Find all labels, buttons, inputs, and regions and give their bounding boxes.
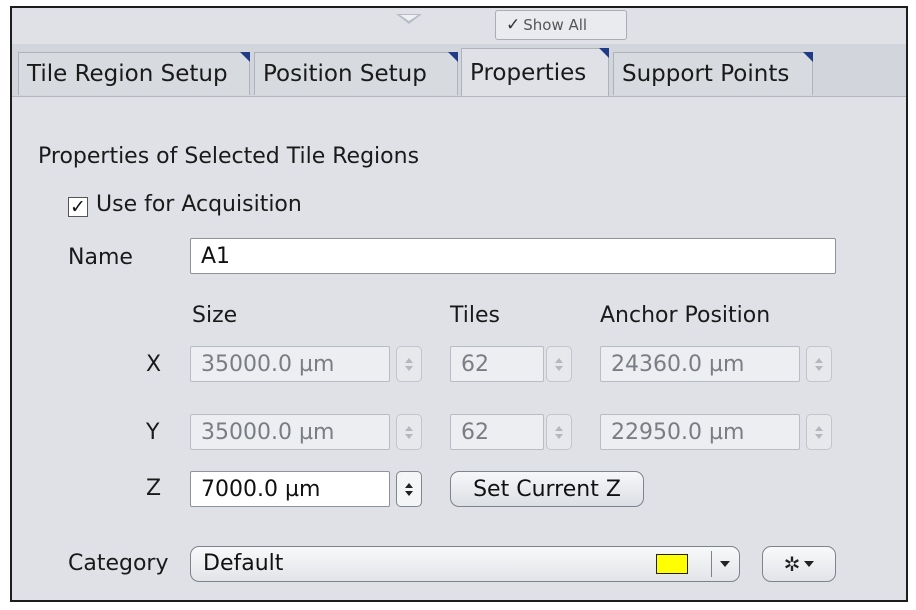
size-column-header: Size <box>192 303 238 328</box>
chevron-down-icon <box>804 561 815 567</box>
tab-support-points[interactable]: Support Points <box>613 52 813 95</box>
panel-top-strip: ✓ Show All <box>12 8 906 44</box>
section-title: Properties of Selected Tile Regions <box>38 144 420 169</box>
chevron-down-icon <box>720 561 730 567</box>
tab-properties[interactable]: Properties <box>461 48 609 96</box>
tab-corner-marker <box>240 52 250 62</box>
gear-icon: ✲ <box>783 552 801 576</box>
spin-up-icon <box>815 425 823 431</box>
z-axis-label: Z <box>146 476 162 501</box>
category-dropdown[interactable]: Default <box>190 546 740 582</box>
x-anchor-input[interactable]: 24360.0 µm <box>600 346 800 382</box>
check-icon: ✓ <box>506 15 521 35</box>
y-tiles-input[interactable]: 62 <box>450 414 544 450</box>
anchor-position-column-header: Anchor Position <box>600 303 771 328</box>
tab-bar: Tile Region Setup Position Setup Propert… <box>12 44 906 97</box>
y-anchor-input[interactable]: 22950.0 µm <box>600 414 800 450</box>
tab-label: Position Setup <box>263 61 427 87</box>
show-all-button[interactable]: ✓ Show All <box>495 10 627 40</box>
tab-label: Properties <box>470 59 587 86</box>
spin-down-icon <box>555 365 563 371</box>
tile-properties-panel: ✓ Show All Tile Region Setup Position Se… <box>10 6 908 602</box>
y-axis-label: Y <box>146 420 160 445</box>
y-size-input[interactable]: 35000.0 µm <box>190 414 390 450</box>
spin-up-icon <box>815 357 823 363</box>
name-input[interactable]: A1 <box>190 238 836 274</box>
tab-corner-marker <box>803 52 813 62</box>
tab-label: Tile Region Setup <box>27 61 228 87</box>
use-for-acquisition-label: Use for Acquisition <box>96 192 302 217</box>
z-size-spinner[interactable] <box>396 471 422 507</box>
x-tiles-spinner[interactable] <box>546 346 572 382</box>
tab-label: Support Points <box>622 61 790 87</box>
tiles-column-header: Tiles <box>450 303 500 328</box>
set-current-z-button[interactable]: Set Current Z <box>450 471 644 507</box>
spin-up-icon <box>555 425 563 431</box>
x-tiles-input[interactable]: 62 <box>450 346 544 382</box>
category-label: Category <box>68 551 169 576</box>
spin-down-icon <box>405 490 413 496</box>
spin-down-icon <box>555 433 563 439</box>
spin-down-icon <box>815 433 823 439</box>
use-for-acquisition-checkbox[interactable]: ✓ <box>68 197 88 217</box>
x-size-input[interactable]: 35000.0 µm <box>190 346 390 382</box>
name-label: Name <box>68 245 133 270</box>
x-anchor-spinner[interactable] <box>806 346 832 382</box>
spin-up-icon <box>405 425 413 431</box>
y-anchor-spinner[interactable] <box>806 414 832 450</box>
category-options-button[interactable]: ✲ <box>762 546 836 582</box>
category-color-swatch <box>656 554 688 574</box>
dropdown-separator <box>711 551 712 577</box>
show-all-label: Show All <box>523 16 588 34</box>
y-size-spinner[interactable] <box>396 414 422 450</box>
spin-up-icon <box>405 482 413 488</box>
tab-corner-marker <box>599 48 609 58</box>
collapse-arrow-icon[interactable] <box>396 14 422 24</box>
tab-tile-region-setup[interactable]: Tile Region Setup <box>18 52 250 95</box>
x-axis-label: X <box>146 352 162 377</box>
z-size-input[interactable]: 7000.0 µm <box>190 471 390 507</box>
spin-down-icon <box>405 365 413 371</box>
tab-position-setup[interactable]: Position Setup <box>254 52 458 95</box>
spin-down-icon <box>815 365 823 371</box>
spin-up-icon <box>555 357 563 363</box>
spin-down-icon <box>405 433 413 439</box>
category-value: Default <box>203 551 284 576</box>
spin-up-icon <box>405 357 413 363</box>
y-tiles-spinner[interactable] <box>546 414 572 450</box>
x-size-spinner[interactable] <box>396 346 422 382</box>
tab-corner-marker <box>448 52 458 62</box>
